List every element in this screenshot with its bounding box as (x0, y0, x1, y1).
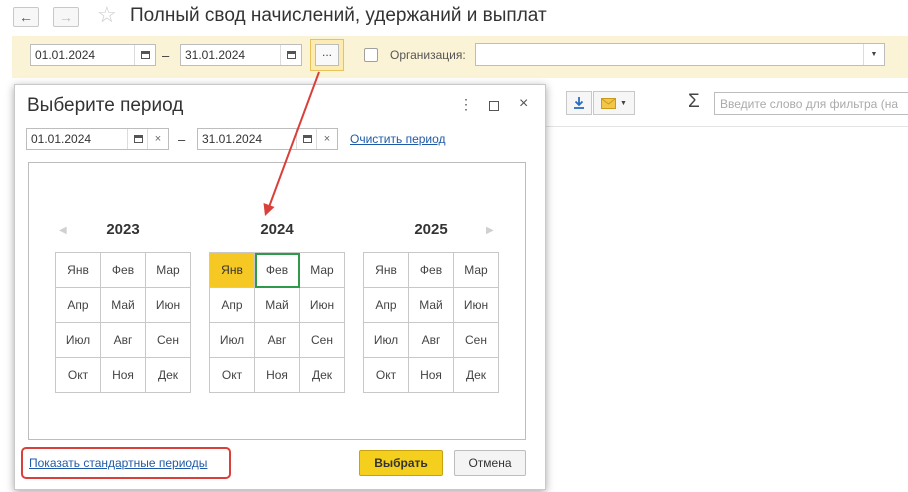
month-cell[interactable]: Авг (255, 323, 300, 358)
month-cell[interactable]: Фев (101, 253, 146, 288)
calendar-button[interactable] (127, 129, 148, 149)
month-cell[interactable]: Май (101, 288, 146, 323)
dialog-title: Выберите период (27, 95, 184, 116)
dropdown-button[interactable]: ▼ (863, 44, 884, 65)
month-cell[interactable]: Фев (255, 253, 300, 288)
show-standard-periods-link[interactable]: Показать стандартные периоды (29, 456, 207, 470)
month-cell[interactable]: Мар (300, 253, 345, 288)
clear-button[interactable]: × (147, 129, 168, 149)
year-label: 2024 (260, 221, 294, 238)
dialog-date-to-value: 31.01.2024 (202, 132, 263, 146)
month-cell[interactable]: Авг (101, 323, 146, 358)
month-cell[interactable]: Дек (454, 358, 499, 393)
month-cell[interactable]: Май (255, 288, 300, 323)
more-icon[interactable]: ⋮ (459, 97, 473, 111)
month-cell[interactable]: Июл (210, 323, 255, 358)
month-cell[interactable]: Авг (409, 323, 454, 358)
month-cell[interactable]: Ноя (101, 358, 146, 393)
year-month-grid: Янв Фев Мар Апр Май Июн Июл Авг Сен Окт Ноя Дек (55, 252, 191, 393)
star-icon[interactable]: ☆ (97, 4, 117, 26)
month-cell[interactable]: Сен (146, 323, 191, 358)
month-cell[interactable]: Янв (56, 253, 101, 288)
year-label: 2025 (414, 221, 448, 238)
calendar-icon (286, 51, 296, 59)
period-calendar: ◀ ▶ 2023 2024 2025 Янв Фев Мар Апр Май Июн Июл… (28, 162, 526, 440)
month-cell[interactable]: Апр (56, 288, 101, 323)
calendar-button[interactable] (296, 129, 317, 149)
maximize-icon[interactable] (489, 99, 499, 113)
month-cell[interactable]: Мар (454, 253, 499, 288)
clear-button[interactable]: × (316, 129, 337, 149)
month-cell[interactable]: Апр (364, 288, 409, 323)
calendar-button[interactable] (280, 45, 301, 65)
calendar-button[interactable] (134, 45, 155, 65)
month-cell[interactable]: Сен (454, 323, 499, 358)
select-button[interactable]: Выбрать (359, 450, 443, 476)
date-separator: – (162, 48, 170, 63)
organization-field[interactable]: ▼ (475, 43, 885, 66)
month-cell[interactable]: Июл (56, 323, 101, 358)
envelope-icon (601, 97, 617, 109)
dialog-date-from-value: 01.01.2024 (31, 132, 92, 146)
organization-label: Организация: (390, 48, 466, 62)
month-cell[interactable]: Июн (300, 288, 345, 323)
month-cell[interactable]: Июн (146, 288, 191, 323)
sum-icon[interactable]: Σ (688, 92, 700, 111)
forward-button[interactable]: → (53, 7, 79, 27)
month-cell[interactable]: Ноя (409, 358, 454, 393)
date-to-field[interactable]: 31.01.2024 (180, 44, 302, 66)
chevron-down-icon: ▼ (870, 51, 878, 58)
month-cell[interactable]: Дек (146, 358, 191, 393)
month-cell[interactable]: Окт (56, 358, 101, 393)
download-icon (574, 97, 584, 109)
month-cell[interactable]: Фев (409, 253, 454, 288)
year-month-grid: Янв Фев Мар Апр Май Июн Июл Авг Сен Окт Ноя Дек (363, 252, 499, 393)
page-title: Полный свод начислений, удержаний и выпл… (130, 5, 547, 26)
calendar-icon (302, 135, 312, 143)
close-icon: × (323, 133, 331, 145)
organization-checkbox[interactable] (364, 48, 378, 62)
calendar-icon (133, 135, 143, 143)
select-period-dialog: Выберите период ⋮ × 01.01.2024 × – 31.01… (14, 84, 546, 490)
close-icon[interactable]: × (519, 96, 528, 112)
date-to-value: 31.01.2024 (185, 48, 246, 62)
date-from-field[interactable]: 01.01.2024 (30, 44, 156, 66)
month-cell[interactable]: Июл (364, 323, 409, 358)
arrow-left-icon: ← (19, 9, 33, 25)
month-cell[interactable]: Янв (364, 253, 409, 288)
month-cell[interactable]: Мар (146, 253, 191, 288)
calendar-icon (140, 51, 150, 59)
month-cell[interactable]: Апр (210, 288, 255, 323)
dialog-date-from-field[interactable]: 01.01.2024 × (26, 128, 169, 150)
year-label: 2023 (106, 221, 140, 238)
select-period-button[interactable]: ... (315, 44, 339, 66)
year-month-grid: Янв Фев Мар Апр Май Июн Июл Авг Сен Окт Ноя Дек (209, 252, 345, 393)
month-cell[interactable]: Окт (364, 358, 409, 393)
date-from-value: 01.01.2024 (35, 48, 96, 62)
month-cell[interactable]: Ноя (255, 358, 300, 393)
month-cell[interactable]: Дек (300, 358, 345, 393)
send-email-button[interactable]: ▼ (593, 91, 635, 115)
month-cell[interactable]: Май (409, 288, 454, 323)
close-icon: × (154, 133, 162, 145)
month-cell[interactable]: Окт (210, 358, 255, 393)
export-button[interactable] (566, 91, 592, 115)
period-button-highlight: ... (310, 39, 344, 71)
divider (546, 126, 908, 127)
month-cell[interactable]: Сен (300, 323, 345, 358)
arrow-right-icon: → (59, 9, 73, 25)
clear-period-link[interactable]: Очистить период (350, 132, 446, 146)
month-cell[interactable]: Янв (210, 253, 255, 288)
back-button[interactable]: ← (13, 7, 39, 27)
date-separator: – (178, 132, 186, 147)
cancel-button[interactable]: Отмена (454, 450, 526, 476)
chevron-down-icon: ▼ (620, 99, 627, 107)
dialog-date-to-field[interactable]: 31.01.2024 × (197, 128, 338, 150)
filter-search-input[interactable]: Введите слово для фильтра (на (714, 92, 908, 115)
month-cell[interactable]: Июн (454, 288, 499, 323)
